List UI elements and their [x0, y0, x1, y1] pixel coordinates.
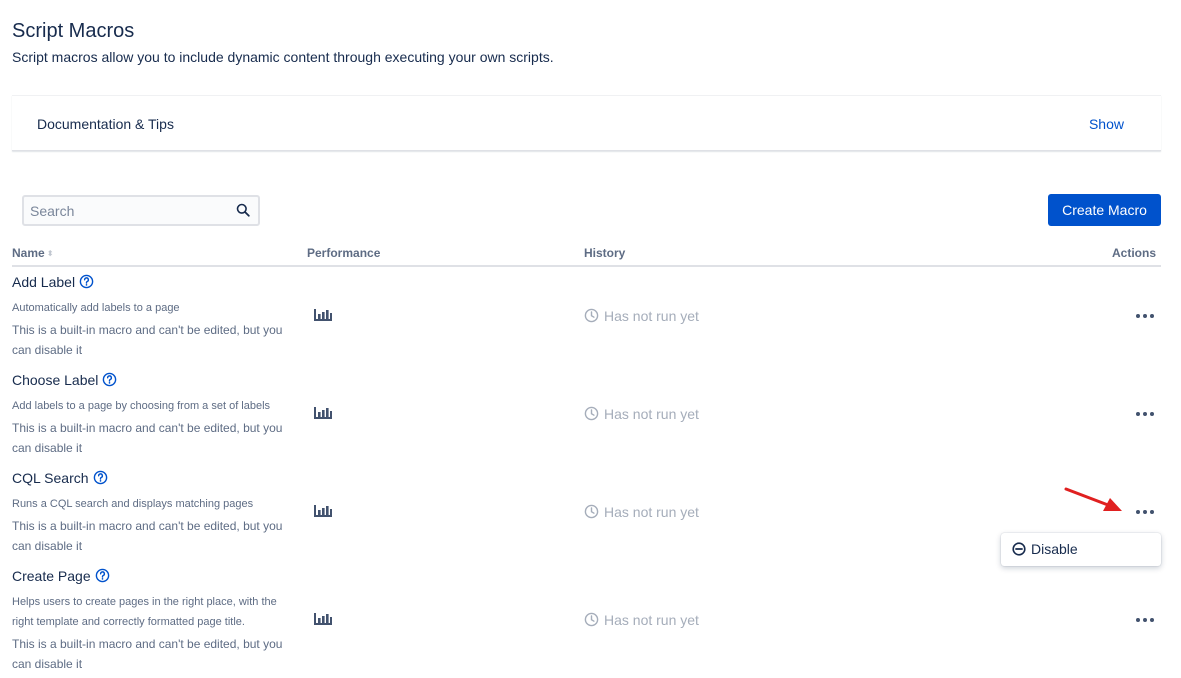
column-header-actions: Actions: [1111, 246, 1156, 260]
create-macro-button[interactable]: Create Macro: [1048, 194, 1161, 226]
more-actions-button[interactable]: [1130, 403, 1160, 425]
search-input[interactable]: [24, 197, 224, 224]
macro-description: Add labels to a page by choosing from a …: [12, 400, 271, 412]
macro-name-label: Choose Label: [12, 372, 99, 388]
help-icon[interactable]: [79, 274, 94, 289]
search-box: [22, 195, 260, 226]
bar-chart-icon[interactable]: [313, 308, 333, 322]
disable-label: Disable: [1031, 541, 1078, 557]
table-header-divider: [12, 265, 1161, 267]
clock-icon: [584, 612, 599, 627]
history-text: Has not run yet: [604, 612, 699, 628]
help-icon[interactable]: [102, 372, 117, 387]
documentation-show-link[interactable]: Show: [1089, 115, 1124, 133]
column-header-performance: Performance: [307, 246, 381, 260]
documentation-title: Documentation & Tips: [37, 116, 174, 132]
history-status: Has not run yet: [584, 503, 699, 521]
macro-description: Runs a CQL search and displays matching …: [12, 498, 254, 510]
macro-name-label: Create Page: [12, 568, 91, 584]
macro-note: This is a built-in macro and can't be ed…: [12, 323, 283, 357]
column-header-history: History: [584, 246, 626, 260]
macro-description: Helps users to create pages in the right…: [12, 596, 277, 628]
clock-icon: [584, 504, 599, 519]
macro-note: This is a built-in macro and can't be ed…: [12, 421, 283, 455]
column-header-name[interactable]: Name ⬍: [12, 246, 53, 261]
more-actions-button[interactable]: [1130, 609, 1160, 631]
help-icon[interactable]: [93, 470, 108, 485]
history-status: Has not run yet: [584, 611, 699, 629]
page-title: Script Macros: [12, 20, 135, 42]
script-macros-page: Script Macros Script macros allow you to…: [0, 0, 1181, 678]
history-text: Has not run yet: [604, 406, 699, 422]
more-actions-button[interactable]: [1130, 501, 1160, 523]
macro-note: This is a built-in macro and can't be ed…: [12, 637, 283, 671]
macro-description: Automatically add labels to a page: [12, 302, 180, 314]
disable-menu-item[interactable]: Disable: [1001, 533, 1161, 566]
sort-icon: ⬍: [46, 249, 54, 258]
macro-name: Add Label: [12, 273, 94, 291]
history-text: Has not run yet: [604, 308, 699, 324]
bar-chart-icon[interactable]: [313, 406, 333, 420]
clock-icon: [584, 406, 599, 421]
macro-name-label: Add Label: [12, 274, 76, 290]
red-arrow-icon: [1064, 487, 1122, 511]
history-status: Has not run yet: [584, 405, 699, 423]
minus-circle-icon: [1012, 542, 1026, 556]
actions-dropdown: Disable: [1001, 533, 1161, 566]
search-icon[interactable]: [236, 203, 250, 217]
bar-chart-icon[interactable]: [313, 612, 333, 626]
macro-name: Create Page: [12, 567, 110, 585]
more-actions-button[interactable]: [1130, 305, 1160, 327]
macro-name-label: CQL Search: [12, 470, 89, 486]
page-subtitle: Script macros allow you to include dynam…: [12, 49, 554, 65]
macro-note: This is a built-in macro and can't be ed…: [12, 519, 283, 553]
bar-chart-icon[interactable]: [313, 504, 333, 518]
help-icon[interactable]: [95, 568, 110, 583]
macro-name: Choose Label: [12, 371, 117, 389]
history-status: Has not run yet: [584, 307, 699, 325]
history-text: Has not run yet: [604, 504, 699, 520]
macro-name: CQL Search: [12, 469, 108, 487]
column-header-name-label: Name: [12, 246, 45, 260]
clock-icon: [584, 308, 599, 323]
documentation-panel: Documentation & Tips Show: [12, 95, 1161, 151]
